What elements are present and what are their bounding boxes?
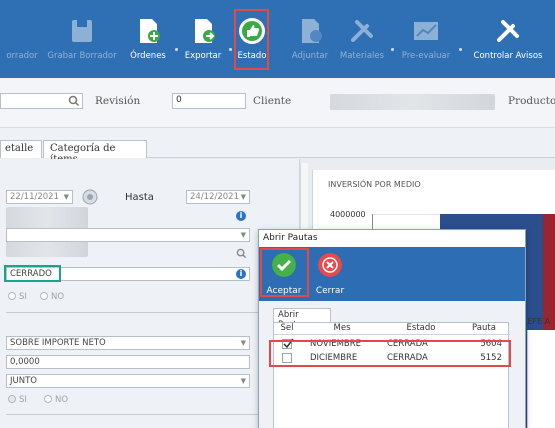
save-draft-button[interactable]: Grabar Borrador [46, 0, 118, 78]
revision-field[interactable]: 0 [172, 93, 246, 109]
aceptar-highlight [260, 248, 309, 297]
chevron-down-icon[interactable]: ▼ [241, 193, 246, 201]
info-icon[interactable]: i [236, 269, 246, 279]
junto-select[interactable]: JUNTO ▼ [6, 374, 250, 388]
calendar-icon[interactable] [82, 189, 98, 205]
pautas-grid: Sel Mes Estado Pauta NOVIEMBRE CERRADA 5… [273, 322, 510, 428]
tools-icon [351, 20, 373, 42]
radio-si-2-label: SI [19, 395, 27, 405]
column-header-estado[interactable]: Estado [384, 323, 458, 335]
search-icon[interactable] [68, 95, 80, 107]
adjuntar-button[interactable]: Adjuntar [286, 0, 334, 78]
chart-icon [414, 22, 438, 40]
column-header-pauta[interactable]: Pauta [458, 323, 510, 335]
toolbar: orrador Grabar Borrador Órdenes Exportar… [0, 0, 555, 78]
document-attach-icon [302, 19, 322, 43]
date-to-value: 24/12/2021 [190, 192, 239, 202]
date-to-input[interactable]: 24/12/2021 ▼ [186, 190, 250, 204]
numeric-value: 0,0000 [10, 357, 40, 367]
ordenes-label: Órdenes [130, 51, 166, 61]
radio-no[interactable]: NO [40, 292, 64, 302]
materiales-button[interactable]: Materiales [338, 0, 386, 78]
radio-no-2[interactable]: NO [44, 395, 68, 405]
pre-evaluar-button[interactable]: Pre-evaluar [398, 0, 454, 78]
tab-bar: etalle Categoría de ítems [0, 128, 555, 165]
numeric-field[interactable]: 0,0000 [6, 355, 250, 369]
separator [459, 48, 462, 51]
exportar-button[interactable]: Exportar [180, 0, 226, 78]
tab-categoria-items[interactable]: Categoría de ítems [43, 140, 147, 165]
radio-si-2[interactable]: SI [8, 395, 27, 405]
cerrar-button[interactable]: Cerrar [311, 247, 349, 301]
legend-entry: LEFE A [523, 317, 551, 326]
chevron-down-icon[interactable]: ▼ [64, 193, 69, 201]
column-header-sel[interactable]: Sel [274, 323, 300, 335]
save-draft-label: Grabar Borrador [47, 51, 117, 61]
side-grid [527, 330, 555, 428]
document-plus-icon [140, 19, 160, 43]
exportar-label: Exportar [184, 51, 222, 61]
selected-row-highlight [269, 340, 511, 367]
controlar-avisos-label: Controlar Avisos [473, 51, 543, 61]
adjuntar-label: Adjuntar [291, 51, 329, 61]
radio-no-label: NO [51, 292, 65, 302]
borrador-button[interactable]: orrador [0, 0, 44, 78]
chart-title: INVERSIÓN POR MEDIO [328, 180, 421, 189]
hasta-label: Hasta [125, 192, 154, 203]
radio-no-2-label: NO [55, 395, 69, 405]
date-from-input[interactable]: 22/11/2021 ▼ [6, 190, 73, 204]
separator [175, 48, 178, 51]
tab-abrir-pautas[interactable]: Abrir Pautas [273, 308, 331, 330]
junto-value: JUNTO [10, 376, 37, 386]
y-tick-label: 4000000 [330, 210, 366, 219]
chevron-down-icon[interactable]: ▼ [241, 231, 246, 239]
document-export-icon [195, 19, 215, 43]
separator [391, 48, 394, 51]
importe-value: SOBRE IMPORTE NETO [10, 338, 106, 348]
revision-label: Revisión [95, 95, 141, 107]
divider [6, 312, 296, 313]
search-icon[interactable] [236, 248, 247, 259]
column-header-mes[interactable]: Mes [300, 323, 384, 335]
borrador-label: orrador [6, 51, 38, 61]
separator [229, 48, 232, 51]
search-row: Revisión 0 Cliente Producto [0, 78, 555, 128]
cerrar-label: Cerrar [315, 286, 345, 296]
ordenes-button[interactable]: Órdenes [126, 0, 170, 78]
tools-icon [497, 20, 519, 42]
date-from-value: 22/11/2021 [10, 192, 59, 202]
tab-detalle[interactable]: etalle [0, 140, 42, 158]
info-icon[interactable]: i [236, 211, 246, 221]
pre-evaluar-label: Pre-evaluar [401, 51, 451, 61]
save-draft-icon [72, 20, 92, 42]
divider [6, 414, 296, 415]
estado-highlight-green [4, 265, 61, 282]
radio-si-label: SI [19, 292, 27, 302]
materiales-label: Materiales [339, 51, 385, 61]
estado-highlight [234, 9, 269, 70]
controlar-avisos-button[interactable]: Controlar Avisos [466, 0, 550, 78]
chevron-down-icon[interactable]: ▼ [241, 377, 246, 385]
dropdown-field[interactable]: ▼ [6, 228, 250, 242]
cliente-label: Cliente [253, 95, 292, 107]
dialog-title: Abrir Pautas [259, 230, 525, 247]
cliente-field[interactable] [330, 94, 495, 110]
close-icon [318, 253, 342, 277]
importe-select[interactable]: SOBRE IMPORTE NETO ▼ [6, 336, 250, 350]
chevron-down-icon[interactable]: ▼ [241, 339, 246, 347]
radio-si[interactable]: SI [8, 292, 27, 302]
producto-label: Producto [508, 95, 555, 107]
